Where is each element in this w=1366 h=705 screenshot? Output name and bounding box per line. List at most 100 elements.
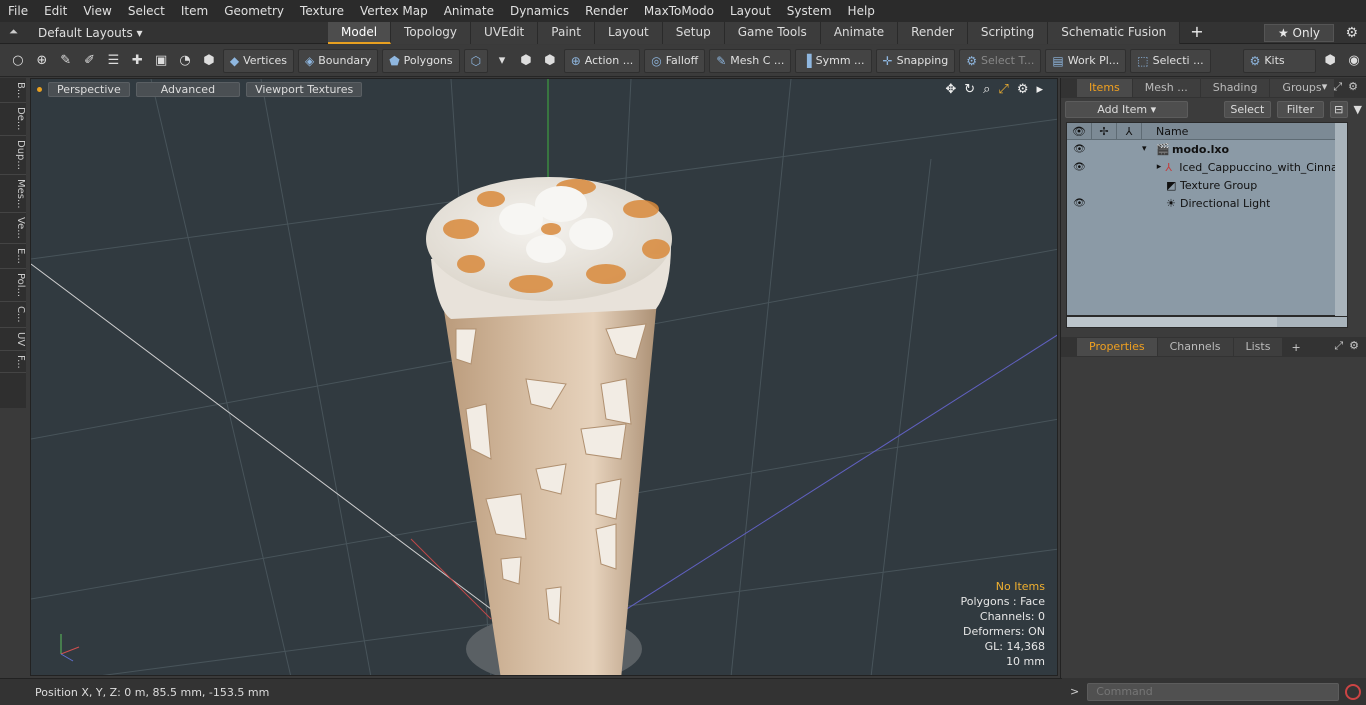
panel-gear-icon[interactable]: ⚙ <box>1348 80 1358 94</box>
add-tab-icon[interactable]: + <box>1283 341 1308 354</box>
strip-tab-fusion[interactable]: F... <box>0 351 26 374</box>
tab-shading[interactable]: Shading <box>1200 79 1270 97</box>
tab-model[interactable]: Model <box>328 21 392 44</box>
snapping-button[interactable]: ✛ Snapping <box>875 48 956 73</box>
action-center-button[interactable]: ⊕ Action ... <box>563 48 641 73</box>
kits-button[interactable]: ⚙ Kits <box>1242 48 1317 73</box>
strip-tab-uv[interactable]: UV <box>0 328 26 351</box>
default-layouts-dropdown[interactable]: Default Layouts ▾ <box>38 26 328 40</box>
command-input[interactable] <box>1087 682 1340 701</box>
tab-render[interactable]: Render <box>898 21 968 44</box>
strip-tab-vertex[interactable]: Ve... <box>0 213 26 245</box>
snap-cube-icon[interactable]: ⬢ <box>515 50 537 72</box>
add-item-button[interactable]: Add Item ▾ <box>1065 100 1189 118</box>
collapse-icon[interactable]: ⊟ <box>1329 100 1348 118</box>
gear-icon[interactable]: ⚙ <box>1345 25 1358 41</box>
strip-tab-basic[interactable]: B... <box>0 78 26 104</box>
transform-icon[interactable]: ✚ <box>126 50 148 72</box>
falloff-button[interactable]: ◎ Falloff <box>644 48 706 73</box>
play-icon[interactable]: ▸ <box>1036 82 1043 97</box>
expand-icon[interactable]: ⤢ <box>1333 80 1342 94</box>
menu-dynamics[interactable]: Dynamics <box>502 0 577 22</box>
menu-item[interactable]: Item <box>173 0 216 22</box>
maximize-icon[interactable]: ⤢ <box>998 82 1008 97</box>
tab-items[interactable]: Items <box>1077 79 1132 97</box>
funnel-icon[interactable]: ▼ <box>1354 103 1362 116</box>
select-button[interactable]: Select <box>1223 100 1271 118</box>
menu-animate[interactable]: Animate <box>436 0 502 22</box>
filter-button[interactable]: Filter <box>1276 100 1324 118</box>
chevron-right-icon[interactable]: > <box>1070 685 1079 698</box>
menu-edit[interactable]: Edit <box>36 0 75 22</box>
modo-cube-icon[interactable]: ⬢ <box>1319 50 1341 72</box>
strip-tab-edge[interactable]: E... <box>0 244 26 269</box>
work-plane-button[interactable]: ▤ Work Pl... <box>1045 48 1127 73</box>
menu-render[interactable]: Render <box>577 0 636 22</box>
vertices-button[interactable]: ◆ Vertices <box>222 48 294 73</box>
advanced-button[interactable]: Advanced <box>135 81 241 97</box>
record-icon[interactable] <box>1345 683 1362 700</box>
eye-icon[interactable]: 👁 <box>1067 144 1092 155</box>
strip-tab-duplicate[interactable]: Dup... <box>0 136 26 175</box>
menu-select[interactable]: Select <box>120 0 173 22</box>
scrollbar-thumb[interactable] <box>1067 317 1277 327</box>
menu-maxtomodo[interactable]: MaxToModo <box>636 0 722 22</box>
item-mode-icon[interactable]: ⬢ <box>198 50 220 72</box>
clock-icon[interactable]: ◔ <box>174 50 196 72</box>
tree-row[interactable]: 👁 ☀ Directional Light <box>1067 194 1347 212</box>
pen-icon[interactable]: ✎ <box>55 50 77 72</box>
tab-topology[interactable]: Topology <box>391 21 472 44</box>
tree-row[interactable]: ◩ Texture Group <box>1067 176 1347 194</box>
tab-paint[interactable]: Paint <box>538 21 595 44</box>
material-mode-button[interactable]: ⬡ <box>463 48 489 73</box>
brush-icon[interactable]: ✐ <box>79 50 101 72</box>
tab-animate[interactable]: Animate <box>820 21 899 44</box>
symmetry-button[interactable]: ▐ Symm ... <box>795 48 872 73</box>
menu-help[interactable]: Help <box>840 0 883 22</box>
strip-tab-mesh-edit[interactable]: Mes... <box>0 175 26 214</box>
eye-icon[interactable]: 👁 <box>1067 162 1092 173</box>
props-gear-icon[interactable]: ⚙ <box>1349 339 1359 353</box>
menu-system[interactable]: System <box>779 0 840 22</box>
tab-game-tools[interactable]: Game Tools <box>724 21 821 44</box>
rotate-icon[interactable]: ↻ <box>964 82 975 97</box>
tree-row[interactable]: 👁 ▸ ⅄ Iced_Cappuccino_with_Cinna... <box>1067 158 1347 176</box>
menu-view[interactable]: View <box>75 0 119 22</box>
tab-uvedit[interactable]: UVEdit <box>471 21 539 44</box>
tree-row[interactable]: 👁 ▾ 🎬 modo.lxo <box>1067 140 1347 158</box>
mesh-constraints-button[interactable]: ✎ Mesh C ... <box>709 48 792 73</box>
unreal-icon[interactable]: ◉ <box>1343 50 1365 72</box>
tab-mesh[interactable]: Mesh ... <box>1132 79 1200 97</box>
tab-layout[interactable]: Layout <box>594 21 663 44</box>
selection-button[interactable]: ⬚ Selecti ... <box>1130 48 1211 73</box>
align-icon[interactable]: ☰ <box>103 50 125 72</box>
strip-tab-curve[interactable]: C... <box>0 302 26 328</box>
tree-vertical-scrollbar[interactable] <box>1335 123 1347 317</box>
boundary-button[interactable]: ◈ Boundary <box>298 48 379 73</box>
menu-vertex-map[interactable]: Vertex Map <box>352 0 436 22</box>
viewport-textures-button[interactable]: Viewport Textures <box>246 81 363 97</box>
chevron-down-icon[interactable]: ▾ <box>491 50 513 72</box>
viewport-gear-icon[interactable]: ⚙ <box>1017 82 1029 97</box>
eye-icon[interactable]: 👁 <box>1067 198 1092 209</box>
expand-arrow-icon[interactable]: ▸ <box>1141 162 1165 172</box>
frame-icon[interactable]: ▣ <box>150 50 172 72</box>
circle-select-icon[interactable]: ○ <box>7 50 29 72</box>
menu-layout[interactable]: Layout <box>722 0 779 22</box>
tab-lists[interactable]: Lists <box>1233 338 1283 356</box>
polygons-button[interactable]: ⬟ Polygons <box>382 48 460 73</box>
zoom-icon[interactable]: ⌕ <box>983 82 990 97</box>
menu-file[interactable]: File <box>0 0 36 22</box>
only-button[interactable]: ★ Only <box>1264 24 1334 42</box>
globe-icon[interactable]: ⊕ <box>31 50 53 72</box>
add-tab-icon[interactable]: + <box>1180 22 1213 44</box>
tab-setup[interactable]: Setup <box>662 21 725 44</box>
tab-channels[interactable]: Channels <box>1157 338 1233 356</box>
perspective-button[interactable]: Perspective <box>48 81 130 97</box>
strip-tab-deform[interactable]: De... <box>0 103 26 136</box>
tab-properties[interactable]: Properties <box>1077 338 1157 356</box>
expand-icon[interactable]: ⤢ <box>1334 339 1343 353</box>
pan-icon[interactable]: ✥ <box>945 82 956 97</box>
expand-arrow-icon[interactable]: ▾ <box>1142 144 1156 154</box>
collapse-icon[interactable]: ⏶ <box>9 25 18 39</box>
